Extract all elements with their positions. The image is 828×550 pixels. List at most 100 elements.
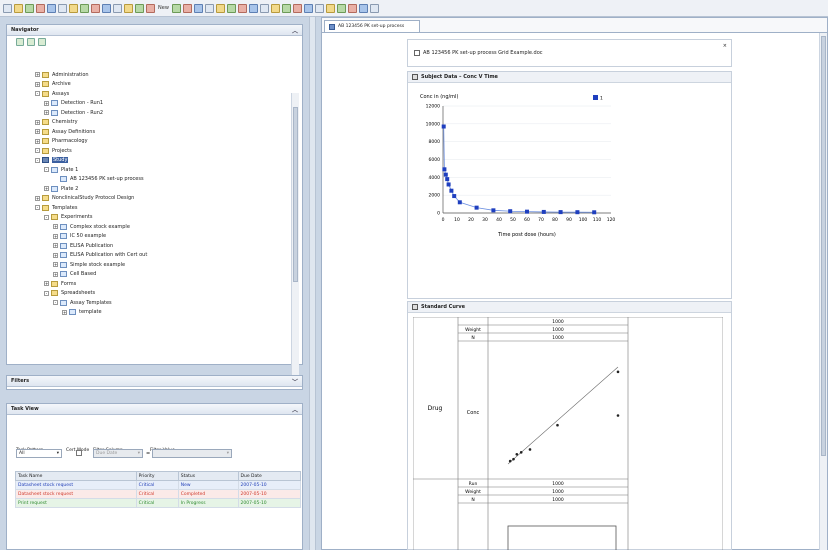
collapse-icon[interactable]: - — [35, 148, 40, 154]
box-icon[interactable] — [358, 3, 368, 13]
new-button[interactable]: New — [158, 5, 169, 11]
settings-icon[interactable] — [369, 3, 379, 13]
expand-icon[interactable]: + — [35, 129, 40, 135]
tree-scroll-thumb[interactable] — [293, 107, 298, 282]
tree-item[interactable]: + ELISA Publication — [10, 241, 293, 251]
delete-icon[interactable] — [135, 3, 144, 13]
tree-item[interactable]: + ELISA Publication with Cert out — [10, 251, 293, 261]
collapse-icon[interactable]: - — [35, 157, 40, 163]
collapse-icon[interactable]: - — [53, 300, 58, 306]
tree-item[interactable]: + Plate 2 — [10, 184, 293, 194]
table-row[interactable]: Datasheet stock request Critical New 2007-0… — [15, 480, 302, 490]
circle-icon[interactable] — [204, 3, 214, 13]
filter-value-select[interactable]: ▾ — [152, 449, 232, 458]
arrow-icon[interactable] — [182, 3, 192, 13]
group-icon[interactable] — [281, 3, 291, 13]
tree-item[interactable]: - Templates — [10, 203, 293, 213]
grid-icon[interactable] — [193, 3, 203, 13]
tree-item[interactable]: - Study — [10, 156, 293, 166]
tree-item[interactable]: + IC 50 example — [10, 232, 293, 242]
expand-icon[interactable]: + — [35, 119, 40, 125]
filter-icon[interactable] — [314, 3, 324, 13]
filters-header[interactable]: Filters ﹀ — [7, 376, 302, 387]
cut-icon[interactable] — [58, 3, 67, 13]
tree-item[interactable]: + Assay Definitions — [10, 127, 293, 137]
close-icon[interactable]: × — [723, 43, 727, 49]
table-row[interactable]: Print request Critical In Progress 2007-05-… — [15, 498, 302, 508]
table-icon[interactable] — [124, 3, 133, 13]
flag-icon[interactable] — [146, 3, 155, 13]
tree-item[interactable]: + Simple stock example — [10, 260, 293, 270]
tree-item[interactable]: + NonclinicalStudy Protocol Design — [10, 194, 293, 204]
tree-item[interactable]: + Archive — [10, 80, 293, 90]
expand-icon[interactable]: + — [53, 233, 58, 239]
tree-item[interactable]: + Chemistry — [10, 118, 293, 128]
export-icon[interactable] — [292, 3, 302, 13]
collapse-icon[interactable]: - — [35, 91, 40, 97]
collapse-icon[interactable] — [38, 38, 46, 46]
pane-splitter[interactable] — [309, 17, 316, 550]
undo-icon[interactable] — [80, 3, 89, 13]
tree-item[interactable]: + template — [10, 308, 293, 318]
collapse-icon[interactable]: - — [35, 205, 40, 211]
tree-item[interactable]: AB 123456 PK set-up process — [10, 175, 293, 185]
expand-icon[interactable]: + — [44, 100, 49, 106]
tree-item[interactable]: - Experiments — [10, 213, 293, 223]
table-row[interactable]: Datasheet stock request Critical Completed… — [15, 489, 302, 499]
zoom-icon[interactable] — [325, 3, 335, 13]
expand-icon[interactable]: + — [53, 224, 58, 230]
tree-item[interactable]: - Assays — [10, 89, 293, 99]
layout-icon[interactable] — [336, 3, 346, 13]
copy-icon[interactable] — [36, 3, 45, 13]
expand-icon[interactable]: + — [35, 138, 40, 144]
tree-item[interactable]: + Cell Based — [10, 270, 293, 280]
document-scrollbar[interactable] — [819, 33, 827, 550]
redo-icon[interactable] — [91, 3, 100, 13]
column-header[interactable]: Status — [177, 471, 239, 481]
expand-icon[interactable]: + — [53, 252, 58, 258]
expand-icon[interactable]: + — [62, 309, 67, 315]
save-icon[interactable] — [25, 3, 34, 13]
monitor-icon[interactable] — [270, 3, 280, 13]
expand-icon[interactable]: + — [53, 271, 58, 277]
expand-icon[interactable] — [27, 38, 35, 46]
link-icon[interactable] — [248, 3, 258, 13]
tree-item[interactable]: + Detection - Run2 — [10, 108, 293, 118]
window-icon[interactable] — [226, 3, 236, 13]
column-header[interactable]: Priority — [135, 471, 179, 481]
tree-item[interactable]: - Projects — [10, 146, 293, 156]
wand-icon[interactable] — [102, 3, 111, 13]
column-header[interactable]: Due Date — [237, 471, 302, 481]
expand-icon[interactable]: + — [53, 243, 58, 249]
tree-item[interactable]: - Plate 1 — [10, 165, 293, 175]
collapse-chevron-icon[interactable]: ︿ — [292, 26, 298, 35]
filter-column-select[interactable]: Due Date ▾ — [93, 449, 143, 458]
tree-icon[interactable] — [237, 3, 247, 13]
task-pattern-select[interactable]: All ▾ — [16, 449, 62, 458]
tree-item[interactable]: + Complex stock example — [10, 222, 293, 232]
expand-icon[interactable]: + — [35, 195, 40, 201]
tree-scrollbar[interactable] — [291, 93, 299, 380]
cert-mode-checkbox[interactable] — [76, 450, 82, 456]
collapse-icon[interactable]: - — [44, 290, 49, 296]
expand-icon[interactable]: + — [44, 186, 49, 192]
ruler-icon[interactable] — [113, 3, 122, 13]
tree-item[interactable]: - Spreadsheets — [10, 289, 293, 299]
expand-icon[interactable]: + — [35, 72, 40, 78]
paste-icon[interactable] — [69, 3, 78, 13]
cells-icon[interactable] — [347, 3, 357, 13]
collapse-icon[interactable]: - — [44, 167, 49, 173]
expand-icon[interactable]: + — [44, 110, 49, 116]
document-scroll-thumb[interactable] — [821, 36, 826, 456]
tree-item[interactable]: + Administration — [10, 70, 293, 80]
chart-icon[interactable] — [215, 3, 225, 13]
collapse-icon[interactable]: - — [44, 214, 49, 220]
tree-item[interactable]: + Pharmacology — [10, 137, 293, 147]
open-icon[interactable] — [14, 3, 23, 13]
tree-item[interactable]: - Assay Templates — [10, 298, 293, 308]
print-icon[interactable] — [47, 3, 56, 13]
document-tab[interactable]: AB 123456 PK set-up process — [324, 20, 420, 32]
column-header[interactable]: Task Name — [15, 471, 137, 481]
tree-item[interactable]: + Forms — [10, 279, 293, 289]
expand-icon[interactable]: + — [35, 81, 40, 87]
